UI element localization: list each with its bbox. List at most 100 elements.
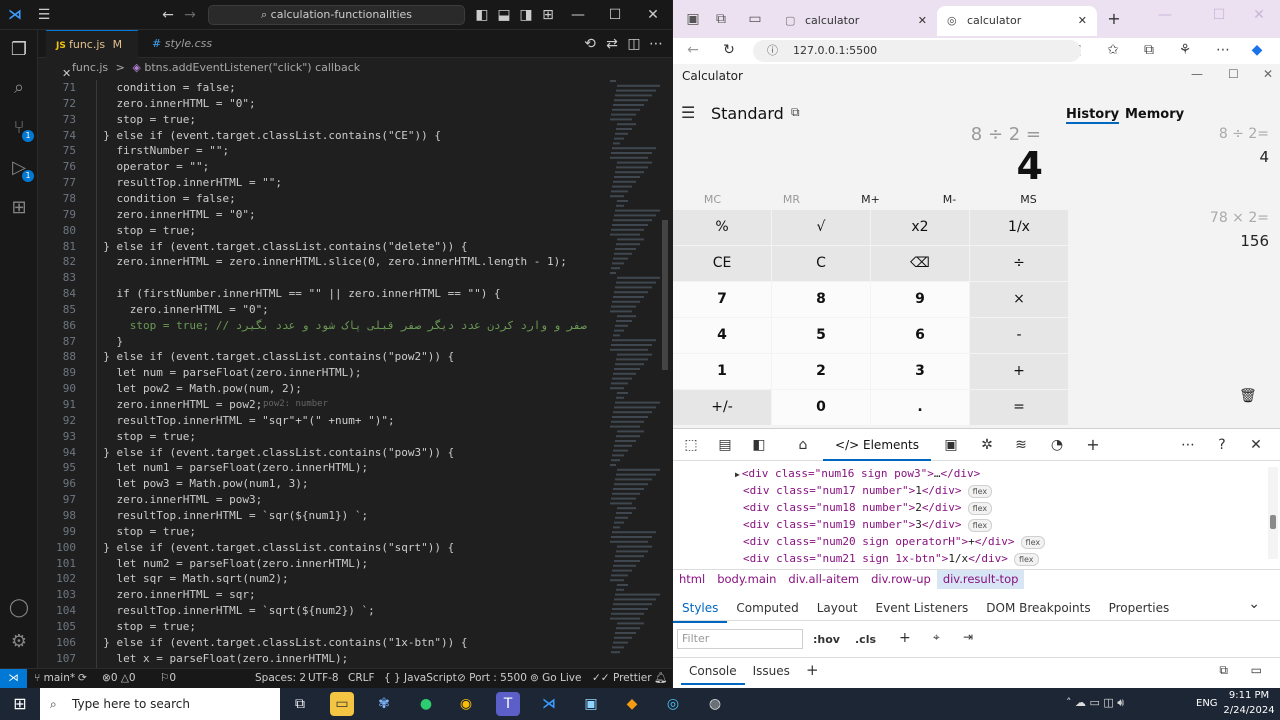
- close-icon[interactable]: ✕: [1247, 0, 1271, 30]
- key-button[interactable]: ÷: [970, 246, 1068, 281]
- workspaces-icon[interactable]: ⧉: [709, 4, 733, 34]
- dom-scrollbar[interactable]: [1268, 467, 1278, 559]
- command-center-search[interactable]: ⌕ calculation-functionalities: [208, 5, 465, 25]
- menu-icon[interactable]: ☰: [32, 0, 56, 30]
- key-button[interactable]: =: [970, 390, 1068, 425]
- memory-button-mc[interactable]: MC: [673, 189, 752, 211]
- undock-icon[interactable]: ▭: [1251, 658, 1262, 682]
- minimize-icon[interactable]: —: [1153, 0, 1177, 30]
- key-button[interactable]: -: [970, 318, 1068, 353]
- performance-icon[interactable]: ◔: [1045, 430, 1069, 460]
- git-icon[interactable]: ◆: [620, 692, 644, 716]
- tab-close-icon[interactable]: ✕: [1078, 6, 1087, 36]
- code-editor[interactable]: 71 condition = false; 72 zero.innerHTML =…: [38, 80, 672, 668]
- pane-tab[interactable]: Computed: [727, 595, 807, 621]
- device-emulation-icon[interactable]: ▤: [713, 430, 737, 460]
- extensions-icon[interactable]: ⊞: [7, 196, 31, 220]
- help-icon[interactable]: ?: [1210, 430, 1234, 460]
- dom-node[interactable]: <div class="num18 number">2</div> flex: [743, 499, 1280, 516]
- new-tab-icon[interactable]: +: [1102, 4, 1126, 34]
- problems-status[interactable]: ⊗0 △0: [102, 669, 136, 688]
- memory-button-mr[interactable]: MR: [752, 189, 831, 211]
- encoding-status[interactable]: UTF-8: [308, 669, 339, 688]
- toggle-panel-icon[interactable]: ⬓: [492, 0, 516, 30]
- crumb-item[interactable]: body.main: [711, 570, 782, 589]
- github-icon[interactable]: ◍: [703, 692, 727, 716]
- dom-node[interactable]: <div class="num20 sign operatorH">+</div…: [743, 533, 1280, 550]
- pane-tab[interactable]: Properties: [1100, 595, 1179, 621]
- dom-node[interactable]: ▶ <div class="num16 sign pow3">…</div>: [735, 465, 1280, 483]
- key-button[interactable]: 5: [772, 318, 870, 353]
- sources-bug-icon[interactable]: ✲: [975, 430, 999, 460]
- hov-toggle[interactable]: :hov: [813, 633, 840, 646]
- history-tab[interactable]: History: [1066, 107, 1120, 124]
- file-explorer-icon[interactable]: ▭: [330, 692, 354, 716]
- expand-arrow-icon[interactable]: ▶: [735, 470, 740, 479]
- open-changes-icon[interactable]: ⇄: [600, 29, 624, 59]
- app-icon[interactable]: ✾: [372, 692, 396, 716]
- key-button[interactable]: 4: [673, 318, 771, 353]
- app-minimize-icon[interactable]: —: [1191, 67, 1203, 81]
- key-button[interactable]: .: [871, 390, 969, 425]
- task-view-icon[interactable]: ⧉: [288, 692, 312, 716]
- hamburger-icon[interactable]: ☰: [681, 103, 695, 122]
- remote-icon[interactable]: ⋊: [0, 669, 27, 688]
- browser-tab-1[interactable]: ▢ calculator ✕: [775, 6, 937, 36]
- taskbar-search[interactable]: ⌕ Type here to search: [40, 688, 280, 720]
- chevron-down-icon[interactable]: ⌄: [1248, 591, 1260, 617]
- breadcrumb-symbol[interactable]: btns.addEventListener("click") callback: [144, 61, 360, 74]
- clear-history-trash-icon[interactable]: 🗑︎: [1239, 388, 1257, 404]
- toggle-sidebar-icon[interactable]: ◧: [470, 0, 494, 30]
- memory-button-mminus[interactable]: M-: [910, 189, 989, 211]
- pane-tab[interactable]: Layout: [808, 595, 867, 621]
- url-bar[interactable]: ⓘ 127.0.0.1:5500: [753, 40, 1081, 62]
- app-maximize-icon[interactable]: ☐: [1228, 67, 1239, 81]
- sync-icon[interactable]: ⟳: [78, 669, 87, 688]
- key-button[interactable]: 1/x: [970, 210, 1068, 245]
- notifications-bell-icon[interactable]: 🔔︎: [654, 669, 667, 688]
- memory-button-ms[interactable]: MS: [989, 189, 1068, 211]
- pane-tab[interactable]: Event Listeners: [867, 595, 978, 621]
- extensions-icon[interactable]: ⚘: [1173, 35, 1197, 65]
- breadcrumb-file[interactable]: func.js: [72, 61, 108, 74]
- back-arrow-icon[interactable]: ←: [156, 0, 180, 30]
- chrome-icon[interactable]: ◉: [454, 692, 478, 716]
- tray-icons[interactable]: ˄ ☁ ▭ ◫ 🔊︎: [1066, 696, 1124, 710]
- key-button[interactable]: %: [673, 210, 771, 245]
- drawer-tab[interactable]: Issues: [745, 659, 798, 683]
- golive-status[interactable]: ⊚ Go Live: [530, 669, 581, 688]
- pane-tab[interactable]: Styles: [673, 595, 728, 623]
- pane-tab[interactable]: DOM Breakpoints: [977, 595, 1099, 621]
- network-wifi-icon[interactable]: ≋: [1009, 430, 1033, 460]
- info-status[interactable]: ⚐0: [160, 669, 176, 688]
- branch-status[interactable]: ⑂ main*: [34, 669, 75, 688]
- minimap[interactable]: [606, 80, 668, 668]
- tab-func-js[interactable]: JS func.js M ✕: [46, 30, 138, 80]
- dom-node[interactable]: <div class="num21 sign 1x-btn">1/x</div>…: [743, 550, 1280, 567]
- copilot-icon[interactable]: ◆: [1245, 35, 1269, 65]
- key-button[interactable]: 7: [673, 282, 771, 317]
- key-button[interactable]: 9: [871, 282, 969, 317]
- keep-on-top-icon[interactable]: ⧉: [791, 105, 800, 120]
- crumb-item[interactable]: div.result-top: [936, 570, 1025, 589]
- key-button[interactable]: 6: [871, 318, 969, 353]
- prettier-status[interactable]: ✓✓ Prettier: [592, 669, 652, 688]
- key-button[interactable]: CE: [673, 246, 771, 281]
- minimize-icon[interactable]: —: [566, 0, 590, 30]
- back-icon[interactable]: ←: [681, 35, 705, 65]
- maximize-icon[interactable]: ☐: [603, 0, 627, 30]
- close-icon[interactable]: ✕: [641, 0, 665, 30]
- key-button[interactable]: 3: [871, 354, 969, 389]
- memory-button-mplus[interactable]: M+: [831, 189, 910, 211]
- flex-badge[interactable]: flex: [1020, 535, 1046, 549]
- refresh-icon[interactable]: ↻: [717, 35, 741, 65]
- app-green-icon[interactable]: ●: [414, 692, 438, 716]
- search-view-icon[interactable]: ⌕: [7, 76, 31, 100]
- dock-icon[interactable]: ⧉: [1219, 658, 1228, 682]
- devtools-close-icon[interactable]: ✕: [1244, 430, 1268, 460]
- key-button[interactable]: ×: [970, 282, 1068, 317]
- customize-layout-icon[interactable]: ⊞: [536, 0, 560, 30]
- key-button[interactable]: +: [970, 354, 1068, 389]
- flex-badge[interactable]: flex: [967, 501, 993, 515]
- add-tool-icon[interactable]: +: [1081, 430, 1105, 460]
